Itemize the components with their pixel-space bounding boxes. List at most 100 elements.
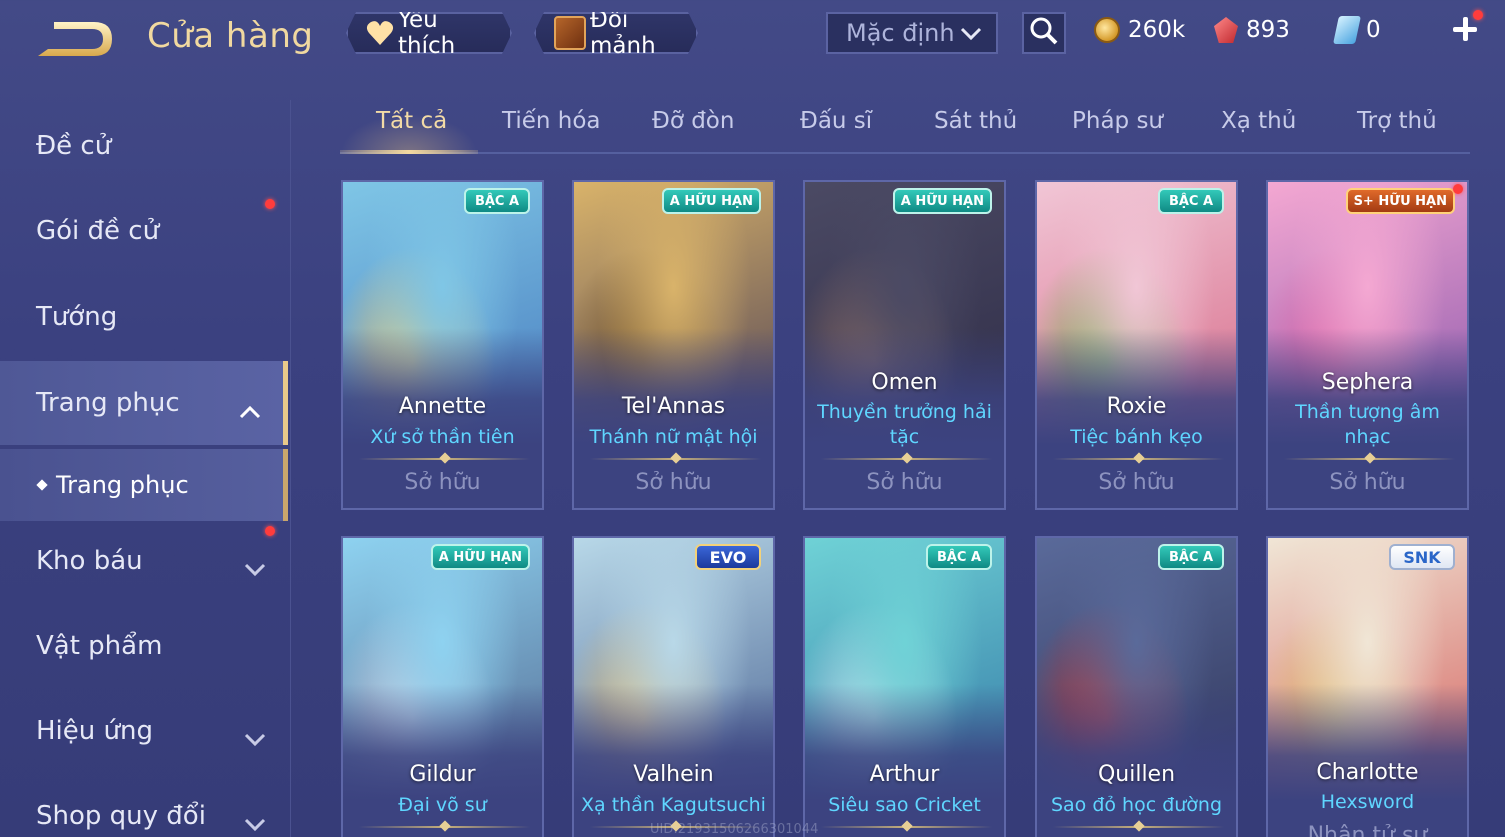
gold-coin-icon [1094, 17, 1120, 43]
sidebar-item-skins[interactable]: Trang phục [0, 361, 288, 445]
sidebar-item-treasure[interactable]: Kho báu [0, 519, 288, 603]
chevron-down-icon [244, 724, 266, 747]
ruby-icon [1214, 17, 1238, 43]
ownership-status: Sở hữu [866, 470, 943, 495]
tab-fighter[interactable]: Đấu sĩ [800, 108, 872, 134]
card-separator [821, 820, 992, 832]
tab-tank[interactable]: Đỡ đòn [652, 108, 734, 134]
chevron-down-icon [244, 809, 266, 832]
favorites-button[interactable]: Yêu thích [346, 12, 512, 54]
ownership-status: Sở hữu [635, 470, 712, 495]
search-button[interactable] [1022, 12, 1066, 54]
sidebar-item-label: Đề cử [36, 131, 112, 161]
gold-currency: 260k [1094, 14, 1185, 46]
skin-card[interactable]: BẬC A Annette Xứ sở thần tiên Sở hữu [341, 180, 544, 510]
skin-card[interactable]: S+ HỮU HẠN Sephera Thần tượng âm nhạc Sở… [1266, 180, 1469, 510]
sidebar-item-label: Hiệu ứng [36, 716, 153, 746]
ownership-status: Nhân tử sư [1307, 823, 1428, 837]
page-title: Cửa hàng [147, 16, 314, 56]
tier-badge: BẬC A [464, 188, 530, 214]
tab-all[interactable]: Tất cả [376, 108, 447, 134]
notification-dot [265, 199, 275, 209]
skin-name: Tiệc bánh kẹo [1070, 426, 1203, 448]
sidebar-item-items[interactable]: Vật phẩm [0, 604, 288, 688]
chevron-down-icon [244, 554, 266, 577]
active-tab-underline [340, 150, 478, 154]
tier-badge: BẬC A [1158, 544, 1224, 570]
diamond-bullet-icon [36, 479, 48, 491]
sort-value: Mặc định [846, 19, 955, 47]
sidebar-subitem-skins[interactable]: Trang phục [0, 449, 288, 521]
exchange-shards-label: Đổi mảnh [590, 7, 656, 59]
skin-card[interactable]: BẬC A Quillen Sao đỏ học đường [1035, 536, 1238, 837]
skin-name: Xạ thần Kagutsuchi [581, 794, 766, 816]
shard-chest-icon [554, 16, 586, 50]
card-separator [1284, 452, 1455, 464]
sort-dropdown[interactable]: Mặc định [826, 12, 998, 54]
skin-card[interactable]: BẬC A Arthur Siêu sao Cricket [803, 536, 1006, 837]
back-arrow-icon[interactable] [34, 18, 116, 60]
sidebar-item-heroes[interactable]: Tướng [0, 275, 288, 359]
sidebar-item-featured[interactable]: Đề cử [0, 104, 288, 188]
ownership-status: Sở hữu [1329, 470, 1406, 495]
tab-evolution[interactable]: Tiến hóa [502, 108, 601, 134]
top-bar: Cửa hàng Yêu thích Đổi mảnh Mặc định 260… [0, 0, 1505, 78]
ownership-status: Sở hữu [1098, 470, 1175, 495]
gold-amount: 260k [1128, 17, 1186, 43]
skin-name: Thần tượng âm nhạc [1295, 401, 1440, 448]
tier-badge: EVO [695, 544, 761, 570]
skin-name: Xứ sở thần tiên [370, 426, 515, 448]
hero-name: Arthur [869, 762, 940, 787]
skin-card[interactable]: SNK Charlotte Hexsword Nhân tử sư [1266, 536, 1469, 837]
ownership-status: Sở hữu [404, 470, 481, 495]
sidebar-subitem-label: Trang phục [56, 471, 189, 499]
notification-dot [1473, 10, 1483, 20]
ruby-amount: 893 [1246, 17, 1290, 43]
sidebar-item-exchange-shop[interactable]: Shop quy đổi [0, 774, 288, 837]
sidebar-item-featured-bundles[interactable]: Gói đề cử [0, 189, 288, 273]
skin-card[interactable]: EVO Valhein Xạ thần Kagutsuchi [572, 536, 775, 837]
chevron-up-icon [239, 396, 261, 419]
tier-badge: A HỮU HẠN [430, 544, 530, 570]
sidebar-item-label: Shop quy đổi [36, 801, 206, 831]
tab-assassin[interactable]: Sát thủ [934, 108, 1017, 134]
tier-badge: S+ HỮU HẠN [1345, 188, 1455, 214]
skin-card[interactable]: A HỮU HẠN Gildur Đại võ sư [341, 536, 544, 837]
tab-mage[interactable]: Pháp sư [1072, 108, 1163, 134]
hero-name: Annette [398, 394, 487, 419]
sidebar-item-label: Kho báu [36, 546, 143, 576]
skin-name: Thánh nữ mật hội [589, 426, 758, 448]
sidebar: Đề cử Gói đề cử Tướng Trang phục Trang p… [0, 100, 290, 837]
skin-name: Siêu sao Cricket [828, 794, 981, 816]
skin-name: Hexsword [1320, 791, 1415, 813]
sidebar-item-label: Gói đề cử [36, 216, 160, 246]
skin-grid: BẬC A Annette Xứ sở thần tiên Sở hữu A H… [340, 178, 1470, 837]
heart-icon [366, 20, 394, 46]
tier-badge: BẬC A [926, 544, 992, 570]
voucher-icon [1333, 16, 1361, 44]
chevron-down-icon [960, 19, 982, 47]
tabs-divider [340, 152, 1470, 154]
hero-name: Quillen [1097, 762, 1176, 787]
voucher-currency: 0 [1333, 14, 1381, 46]
sidebar-item-effects[interactable]: Hiệu ứng [0, 689, 288, 773]
card-separator [359, 820, 530, 832]
exchange-shards-button[interactable]: Đổi mảnh [534, 12, 698, 54]
hero-name: Valhein [633, 762, 714, 787]
tab-support[interactable]: Trợ thủ [1357, 108, 1437, 134]
card-separator [359, 452, 530, 464]
skin-card[interactable]: BẬC A Roxie Tiệc bánh kẹo Sở hữu [1035, 180, 1238, 510]
hero-name: Tel'Annas [621, 394, 726, 419]
skin-name: Đại võ sư [398, 794, 487, 816]
skin-card[interactable]: A HỮU HẠN Omen Thuyền trưởng hải tặc Sở … [803, 180, 1006, 510]
card-separator [590, 452, 761, 464]
skin-name: Sao đỏ học đường [1050, 794, 1223, 816]
skin-card[interactable]: A HỮU HẠN Tel'Annas Thánh nữ mật hội Sở … [572, 180, 775, 510]
tab-marksman[interactable]: Xạ thủ [1221, 108, 1296, 134]
skin-name: Thuyền trưởng hải tặc [817, 401, 992, 448]
category-tabs: Tất cả Tiến hóa Đỡ đòn Đấu sĩ Sát thủ Ph… [340, 96, 1470, 154]
uid-watermark: UID:21931506266301044 [650, 822, 819, 837]
card-separator [821, 452, 992, 464]
tier-badge: BẬC A [1158, 188, 1224, 214]
hero-name: Roxie [1106, 394, 1167, 419]
